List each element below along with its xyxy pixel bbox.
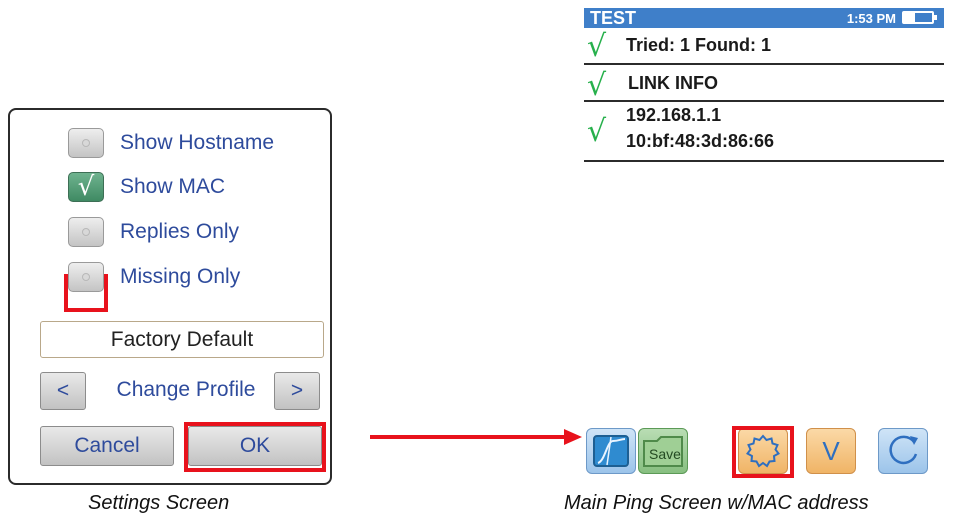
- option-label: Show MAC: [120, 175, 226, 198]
- ip-address-text: 192.168.1.1: [626, 105, 722, 125]
- device-title: TEST: [590, 7, 637, 28]
- checkbox-indicator: [82, 273, 90, 281]
- option-show-hostname[interactable]: Show Hostname: [68, 127, 274, 159]
- host-row[interactable]: √ 192.168.1.1 10:bf:48:3d:86:66: [584, 103, 944, 159]
- battery-icon: [902, 11, 937, 24]
- next-profile-button[interactable]: >: [274, 372, 320, 410]
- option-replies-only[interactable]: Replies Only: [68, 216, 239, 248]
- graph-button[interactable]: [586, 428, 636, 474]
- option-label: Replies Only: [120, 220, 240, 243]
- show-mac-checkbox[interactable]: √: [68, 172, 104, 202]
- refresh-icon: [889, 435, 918, 465]
- link-info-row[interactable]: √ LINK INFO: [584, 66, 944, 103]
- link-info-text: LINK INFO: [628, 73, 718, 93]
- check-icon: √: [587, 114, 607, 149]
- refresh-button[interactable]: [878, 428, 928, 474]
- check-icon: √: [587, 68, 607, 103]
- divider: [584, 160, 944, 162]
- device-time: 1:53 PM: [846, 10, 896, 26]
- scroll-down-button[interactable]: V: [806, 428, 856, 474]
- main-caption: Main Ping Screen w/MAC address: [564, 492, 869, 514]
- highlight-box: [184, 422, 326, 472]
- checkmark-icon: √: [77, 172, 95, 202]
- option-missing-only[interactable]: Missing Only: [68, 261, 240, 293]
- mac-address-text: 10:bf:48:3d:86:66: [626, 131, 775, 151]
- tried-found-text: Tried: 1 Found: 1: [626, 35, 772, 55]
- check-icon: √: [587, 29, 607, 64]
- highlight-box: [732, 426, 794, 478]
- settings-caption: Settings Screen: [88, 492, 230, 514]
- option-label: Show Hostname: [120, 131, 275, 154]
- save-label: Save: [649, 446, 681, 462]
- checkbox-indicator: [82, 139, 90, 147]
- cancel-button[interactable]: Cancel: [40, 426, 174, 466]
- prev-profile-button[interactable]: <: [40, 372, 86, 410]
- divider: [584, 63, 944, 65]
- tried-found-row[interactable]: √ Tried: 1 Found: 1: [584, 29, 944, 66]
- arrow-icon: [370, 429, 582, 445]
- profile-name-field[interactable]: Factory Default: [40, 321, 324, 358]
- replies-only-checkbox[interactable]: [68, 217, 104, 247]
- settings-panel: Show Hostname √ Show MAC Replies Only Mi…: [8, 108, 332, 485]
- option-label: Missing Only: [120, 265, 241, 288]
- checkbox-indicator: [82, 228, 90, 236]
- show-hostname-checkbox[interactable]: [68, 128, 104, 158]
- option-show-mac[interactable]: √ Show MAC: [68, 171, 225, 203]
- save-button[interactable]: Save: [638, 428, 688, 474]
- chevron-down-icon: V: [822, 435, 840, 466]
- change-profile-label: Change Profile: [116, 378, 256, 401]
- divider: [584, 100, 944, 102]
- missing-only-checkbox[interactable]: [68, 262, 104, 292]
- device-header: TEST 1:53 PM: [584, 8, 944, 28]
- graph-icon: [593, 435, 629, 467]
